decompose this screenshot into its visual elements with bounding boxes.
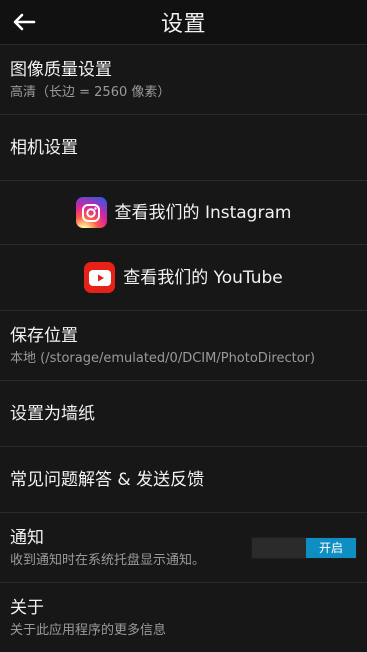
setting-title: 查看我们的 YouTube	[123, 267, 283, 288]
setting-about[interactable]: 关于 关于此应用程序的更多信息	[0, 583, 367, 652]
settings-list: 图像质量设置 高清（长边 = 2560 像素） 相机设置 查看我们的 Insta…	[0, 45, 367, 652]
setting-title: 查看我们的 Instagram	[114, 202, 292, 223]
setting-title: 关于	[10, 598, 44, 618]
instagram-icon	[75, 197, 107, 228]
setting-subtitle: 本地 (/storage/emulated/0/DCIM/PhotoDirect…	[10, 350, 316, 366]
setting-image-quality[interactable]: 图像质量设置 高清（长边 = 2560 像素）	[0, 45, 367, 115]
setting-instagram[interactable]: 查看我们的 Instagram	[0, 181, 367, 245]
settings-screen: 设置 图像质量设置 高清（长边 = 2560 像素） 相机设置 查看我们的 In…	[0, 0, 367, 652]
setting-title: 设置为墙纸	[10, 403, 95, 424]
toggle-off-area	[252, 538, 306, 558]
youtube-icon	[84, 262, 116, 293]
setting-title: 保存位置	[10, 325, 78, 346]
setting-notifications[interactable]: 通知 收到通知时在系统托盘显示通知。 开启	[0, 513, 367, 583]
back-arrow-icon	[12, 12, 36, 32]
setting-title: 通知	[10, 527, 44, 548]
setting-youtube[interactable]: 查看我们的 YouTube	[0, 245, 367, 311]
top-app-bar: 设置	[0, 0, 367, 45]
setting-title: 常见问题解答 & 发送反馈	[10, 469, 205, 490]
back-button[interactable]	[10, 9, 38, 35]
setting-camera[interactable]: 相机设置	[0, 115, 367, 181]
setting-subtitle: 高清（长边 = 2560 像素）	[10, 84, 171, 100]
notifications-toggle[interactable]: 开启	[251, 536, 357, 559]
setting-subtitle: 关于此应用程序的更多信息	[10, 623, 167, 638]
setting-title: 相机设置	[10, 137, 78, 158]
toggle-on-label: 开启	[306, 537, 356, 558]
setting-title: 图像质量设置	[10, 59, 112, 80]
notifications-text: 通知 收到通知时在系统托盘显示通知。	[10, 527, 205, 569]
setting-wallpaper[interactable]: 设置为墙纸	[0, 381, 367, 447]
setting-faq-feedback[interactable]: 常见问题解答 & 发送反馈	[0, 447, 367, 513]
setting-subtitle: 收到通知时在系统托盘显示通知。	[10, 552, 206, 568]
page-title: 设置	[160, 12, 206, 37]
setting-save-location[interactable]: 保存位置 本地 (/storage/emulated/0/DCIM/PhotoD…	[0, 311, 367, 381]
